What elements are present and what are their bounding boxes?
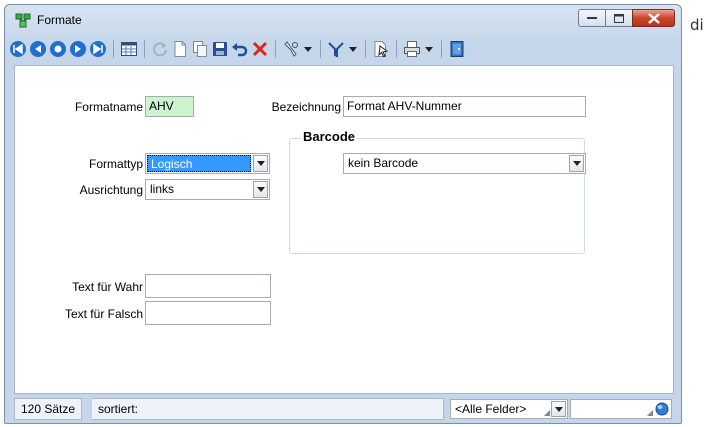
chevron-down-icon: [256, 187, 265, 192]
last-record-button[interactable]: [89, 38, 107, 60]
save-button[interactable]: [211, 38, 229, 60]
first-record-icon: [10, 41, 26, 57]
exit-button[interactable]: [448, 38, 466, 60]
minimize-button[interactable]: [578, 9, 605, 27]
barcode-dropdown-button[interactable]: [569, 155, 584, 172]
search-input[interactable]: ◢: [570, 399, 672, 419]
chevron-down-icon: [349, 46, 357, 52]
window-title: Formate: [37, 13, 82, 27]
ausrichtung-value: links: [150, 182, 175, 196]
chevron-down-icon: [304, 46, 312, 52]
barcode-group-title: Barcode: [301, 129, 358, 145]
print-button[interactable]: [403, 38, 421, 60]
text-falsch-label: Text für Falsch: [64, 307, 143, 321]
field-filter-dropdown-button[interactable]: [551, 401, 566, 417]
text-falsch-field[interactable]: [145, 301, 271, 325]
bezeichnung-label: Bezeichnung: [271, 100, 341, 114]
copy-record-icon: [193, 41, 207, 57]
first-record-button[interactable]: [9, 38, 27, 60]
status-bar: 120 Sätze sortiert: <Alle Felder> ◢ ◢: [14, 397, 674, 421]
save-icon: [213, 42, 227, 56]
chevron-down-icon: [256, 161, 265, 166]
maximize-icon: [614, 13, 624, 23]
formatname-label: Formatname: [74, 100, 143, 114]
barcode-select[interactable]: kein Barcode: [343, 153, 586, 174]
close-icon: [647, 12, 660, 24]
undo-button[interactable]: [231, 38, 249, 60]
undo-icon: [232, 43, 248, 57]
tools-icon: [284, 41, 298, 57]
print-icon: [404, 41, 420, 57]
next-record-button[interactable]: [69, 38, 87, 60]
formate-window: Formate Formatname AHV Bezeichnung Forma…: [4, 4, 682, 424]
text-wahr-field[interactable]: [145, 274, 271, 298]
ausrichtung-dropdown-button[interactable]: [253, 181, 268, 198]
new-record-icon: [174, 41, 186, 57]
formattyp-select[interactable]: Logisch: [145, 153, 270, 174]
globe-icon: [655, 402, 669, 416]
last-record-icon: [90, 41, 106, 57]
exit-icon: [450, 41, 464, 57]
next-record-icon: [70, 41, 86, 57]
title-bar[interactable]: Formate: [5, 5, 681, 35]
ausrichtung-label: Ausrichtung: [79, 183, 143, 197]
new-record-button[interactable]: [171, 38, 189, 60]
filter-button[interactable]: [327, 38, 345, 60]
ausrichtung-select[interactable]: links: [145, 179, 270, 200]
previous-record-icon: [30, 41, 46, 57]
refresh-icon: [153, 42, 167, 57]
copy-record-button[interactable]: [191, 38, 209, 60]
resize-grip-icon: ◢: [646, 408, 653, 417]
field-filter-select[interactable]: <Alle Felder> ◢: [450, 399, 568, 419]
formattyp-value: Logisch: [147, 155, 251, 172]
refresh-button[interactable]: [151, 38, 169, 60]
bezeichnung-field[interactable]: Format AHV-Nummer: [343, 96, 586, 117]
formatname-field[interactable]: AHV: [145, 96, 194, 117]
minimize-icon: [587, 17, 597, 19]
export-icon: [374, 41, 389, 58]
chevron-down-icon: [425, 46, 433, 52]
filter-dropdown[interactable]: [347, 38, 359, 60]
close-button[interactable]: [632, 9, 675, 27]
filter-icon: [328, 42, 344, 58]
form-panel: Formatname AHV Bezeichnung Format AHV-Nu…: [14, 65, 674, 394]
table-view-button[interactable]: [120, 38, 138, 60]
app-icon: [15, 12, 31, 28]
field-filter-value: <Alle Felder>: [455, 402, 527, 416]
export-button[interactable]: [372, 38, 390, 60]
tools-button[interactable]: [282, 38, 300, 60]
delete-button[interactable]: [251, 38, 269, 60]
tools-dropdown[interactable]: [302, 38, 314, 60]
sort-status: sortiert:: [92, 398, 444, 420]
chevron-down-icon: [554, 406, 563, 412]
toolbar: [9, 36, 677, 62]
resize-grip-icon: ◢: [543, 408, 550, 417]
table-view-icon: [121, 42, 137, 56]
next-page-button[interactable]: [49, 38, 67, 60]
formattyp-dropdown-button[interactable]: [253, 155, 268, 172]
next-page-icon: [50, 41, 66, 57]
print-dropdown[interactable]: [423, 38, 435, 60]
record-count: 120 Sätze: [14, 398, 83, 420]
search-globe-button[interactable]: [655, 402, 669, 419]
background-text: di: [690, 16, 704, 34]
delete-icon: [252, 41, 268, 57]
previous-record-button[interactable]: [29, 38, 47, 60]
text-wahr-label: Text für Wahr: [72, 280, 143, 294]
barcode-value: kein Barcode: [348, 156, 419, 170]
formattyp-label: Formattyp: [88, 157, 143, 171]
maximize-button[interactable]: [605, 9, 632, 27]
chevron-down-icon: [572, 161, 581, 166]
